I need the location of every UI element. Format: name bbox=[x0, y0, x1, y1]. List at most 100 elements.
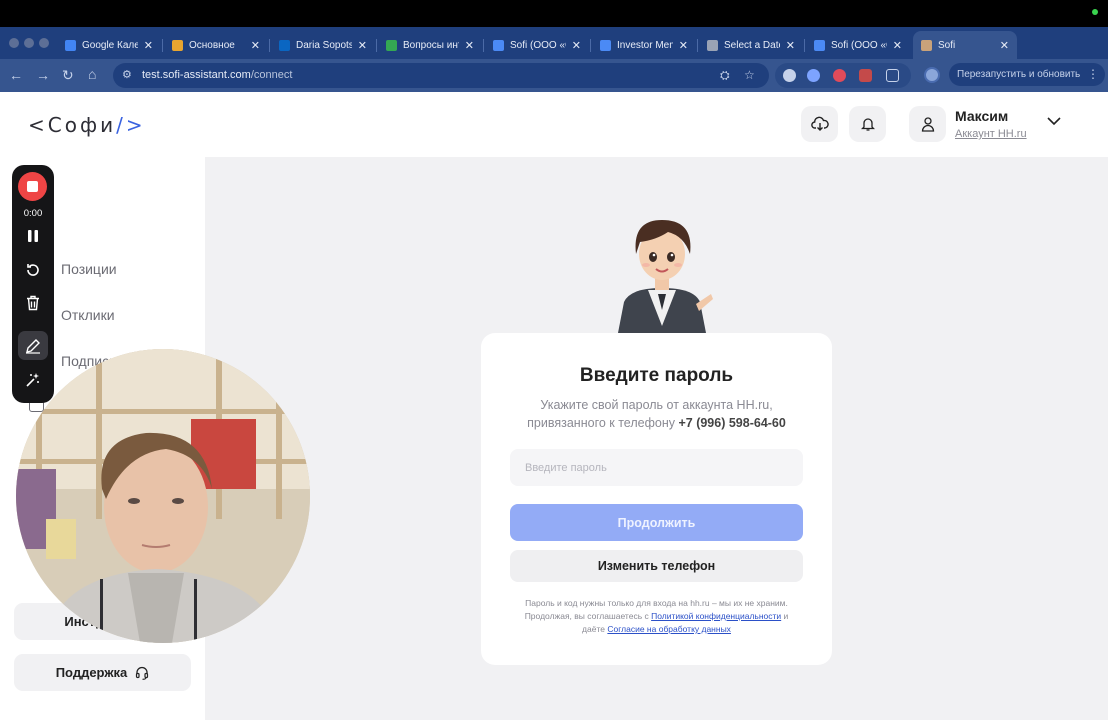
address-bar[interactable]: ⚙ test.sofi-assistant.com/connect ⛭ ☆ bbox=[113, 63, 769, 88]
support-button[interactable]: Поддержка bbox=[14, 654, 191, 691]
url-text[interactable]: test.sofi-assistant.com/connect bbox=[142, 69, 292, 81]
tab-close-icon[interactable]: ✕ bbox=[893, 39, 902, 52]
home-icon[interactable]: ⌂ bbox=[88, 66, 96, 82]
chevron-down-icon[interactable] bbox=[1046, 116, 1062, 126]
restart-button[interactable] bbox=[23, 260, 43, 280]
draw-button[interactable] bbox=[23, 336, 43, 356]
browser-tab[interactable]: Sofi (ООО «С ✕ bbox=[806, 31, 910, 59]
desc-line-2: привязанного к телефону bbox=[527, 416, 675, 430]
translate-icon[interactable]: ⛭ bbox=[720, 68, 730, 83]
extension-4-icon[interactable] bbox=[859, 69, 872, 82]
change-phone-button[interactable]: Изменить телефон bbox=[510, 550, 803, 582]
extensions-area bbox=[775, 63, 911, 88]
tab-separator bbox=[376, 39, 377, 52]
app-header: <Софи/> Максим Аккаунт HH.ru bbox=[0, 92, 1108, 157]
system-top-bar bbox=[0, 0, 1108, 27]
site-info-icon[interactable]: ⚙ bbox=[122, 68, 132, 81]
assistant-mascot-illustration bbox=[618, 220, 713, 333]
webcam-video-frame bbox=[16, 349, 310, 643]
tab-title: Daria Sopots bbox=[296, 39, 352, 51]
profile-avatar[interactable] bbox=[924, 67, 940, 83]
extension-1-icon[interactable] bbox=[783, 69, 796, 82]
tab-favicon-icon bbox=[65, 39, 76, 51]
user-account-link[interactable]: Аккаунт HH.ru bbox=[955, 128, 1027, 140]
browser-tab-strip: Google Кален✕Основное✕Daria Sopots✕Вопро… bbox=[0, 27, 1108, 79]
tab-title: Investor Mem bbox=[617, 39, 673, 51]
stop-icon bbox=[27, 181, 38, 192]
camera-indicator-dot bbox=[1092, 9, 1098, 15]
continue-button[interactable]: Продолжить bbox=[510, 504, 803, 541]
extensions-puzzle-icon[interactable] bbox=[886, 69, 899, 82]
phone-number: +7 (996) 598-64-60 bbox=[678, 416, 786, 430]
tab-close-icon[interactable]: ✕ bbox=[572, 39, 581, 52]
sidebar-item-responses[interactable]: Отклики bbox=[61, 307, 115, 323]
change-phone-label: Изменить телефон bbox=[597, 559, 716, 573]
forward-icon[interactable]: → bbox=[36, 67, 50, 83]
browser-tab[interactable]: Вопросы инт ✕ bbox=[378, 31, 482, 59]
headset-icon bbox=[136, 666, 149, 680]
tab-separator bbox=[483, 39, 484, 52]
browser-tab[interactable]: Sofi ✕ bbox=[913, 31, 1017, 59]
tab-close-icon[interactable]: ✕ bbox=[679, 39, 688, 52]
pause-button[interactable] bbox=[23, 226, 43, 246]
tab-separator bbox=[697, 39, 698, 52]
reload-icon[interactable]: ↻ bbox=[62, 67, 74, 84]
browser-tab[interactable]: Select a Date ✕ bbox=[699, 31, 803, 59]
tab-title: Sofi bbox=[938, 39, 956, 51]
effects-button[interactable] bbox=[23, 370, 43, 390]
tab-close-icon[interactable]: ✕ bbox=[358, 39, 367, 52]
browser-tab[interactable]: Investor Mem ✕ bbox=[592, 31, 696, 59]
tab-close-icon[interactable]: ✕ bbox=[786, 39, 795, 52]
tab-title: Основное bbox=[189, 39, 235, 51]
extension-3-icon[interactable] bbox=[833, 69, 846, 82]
window-zoom-button[interactable] bbox=[39, 38, 49, 48]
logo-bracket-left: < bbox=[28, 113, 48, 137]
back-icon[interactable]: ← bbox=[9, 67, 23, 83]
window-close-button[interactable] bbox=[9, 38, 19, 48]
recording-timer: 0:00 bbox=[23, 208, 43, 219]
extension-2-icon[interactable] bbox=[807, 69, 820, 82]
webcam-overlay[interactable] bbox=[16, 349, 310, 643]
logo-text: Софи bbox=[47, 113, 117, 137]
browser-tab[interactable]: Sofi (ООО «С ✕ bbox=[485, 31, 589, 59]
tab-favicon-icon bbox=[279, 39, 290, 51]
user-avatar-button[interactable] bbox=[909, 106, 946, 142]
logo-bracket-right: /> bbox=[116, 113, 146, 137]
window-minimize-button[interactable] bbox=[24, 38, 34, 48]
notifications-button[interactable] bbox=[849, 106, 886, 142]
stop-recording-button[interactable] bbox=[18, 172, 47, 201]
tab-title: Вопросы инт bbox=[403, 39, 459, 51]
browser-tab[interactable]: Daria Sopots ✕ bbox=[271, 31, 375, 59]
card-description: Укажите свой пароль от аккаунта HH.ru, п… bbox=[501, 396, 812, 432]
tab-close-icon[interactable]: ✕ bbox=[1000, 39, 1009, 52]
bookmark-star-icon[interactable]: ☆ bbox=[744, 68, 755, 82]
tab-favicon-icon bbox=[921, 39, 932, 51]
relaunch-button[interactable]: Перезапустить и обновить ⋮ bbox=[949, 63, 1105, 86]
tab-separator bbox=[590, 39, 591, 52]
browser-tab[interactable]: Google Кален ✕ bbox=[57, 31, 161, 59]
privacy-policy-link[interactable]: Политикой конфиденциальности bbox=[651, 611, 781, 621]
delete-button[interactable] bbox=[23, 293, 43, 313]
tab-favicon-icon bbox=[172, 39, 183, 51]
card-title: Введите пароль bbox=[579, 365, 734, 386]
data-consent-link[interactable]: Согласие на обработку данных bbox=[607, 624, 731, 634]
tab-close-icon[interactable]: ✕ bbox=[251, 39, 260, 52]
download-button[interactable] bbox=[801, 106, 838, 142]
browser-tab[interactable]: Основное ✕ bbox=[164, 31, 268, 59]
tab-favicon-icon bbox=[707, 39, 718, 51]
more-menu-icon[interactable]: ⋮ bbox=[1087, 67, 1099, 81]
tab-close-icon[interactable]: ✕ bbox=[465, 39, 474, 52]
tab-close-icon[interactable]: ✕ bbox=[144, 39, 153, 52]
trash-icon bbox=[27, 295, 39, 311]
pause-icon bbox=[28, 230, 38, 242]
password-input[interactable] bbox=[510, 449, 803, 486]
password-card: Введите пароль Укажите свой пароль от ак… bbox=[481, 333, 832, 665]
sparkle-wand-icon bbox=[26, 373, 39, 387]
browser-toolbar: ← → ↻ ⌂ ⚙ test.sofi-assistant.com/connec… bbox=[0, 59, 1108, 92]
user-name: Максим bbox=[955, 108, 1009, 124]
sidebar-item-positions[interactable]: Позиции bbox=[61, 261, 117, 277]
tab-separator bbox=[804, 39, 805, 52]
logo[interactable]: <Софи/> bbox=[28, 113, 146, 137]
url-path: /connect bbox=[250, 69, 293, 81]
pen-icon bbox=[26, 339, 40, 354]
